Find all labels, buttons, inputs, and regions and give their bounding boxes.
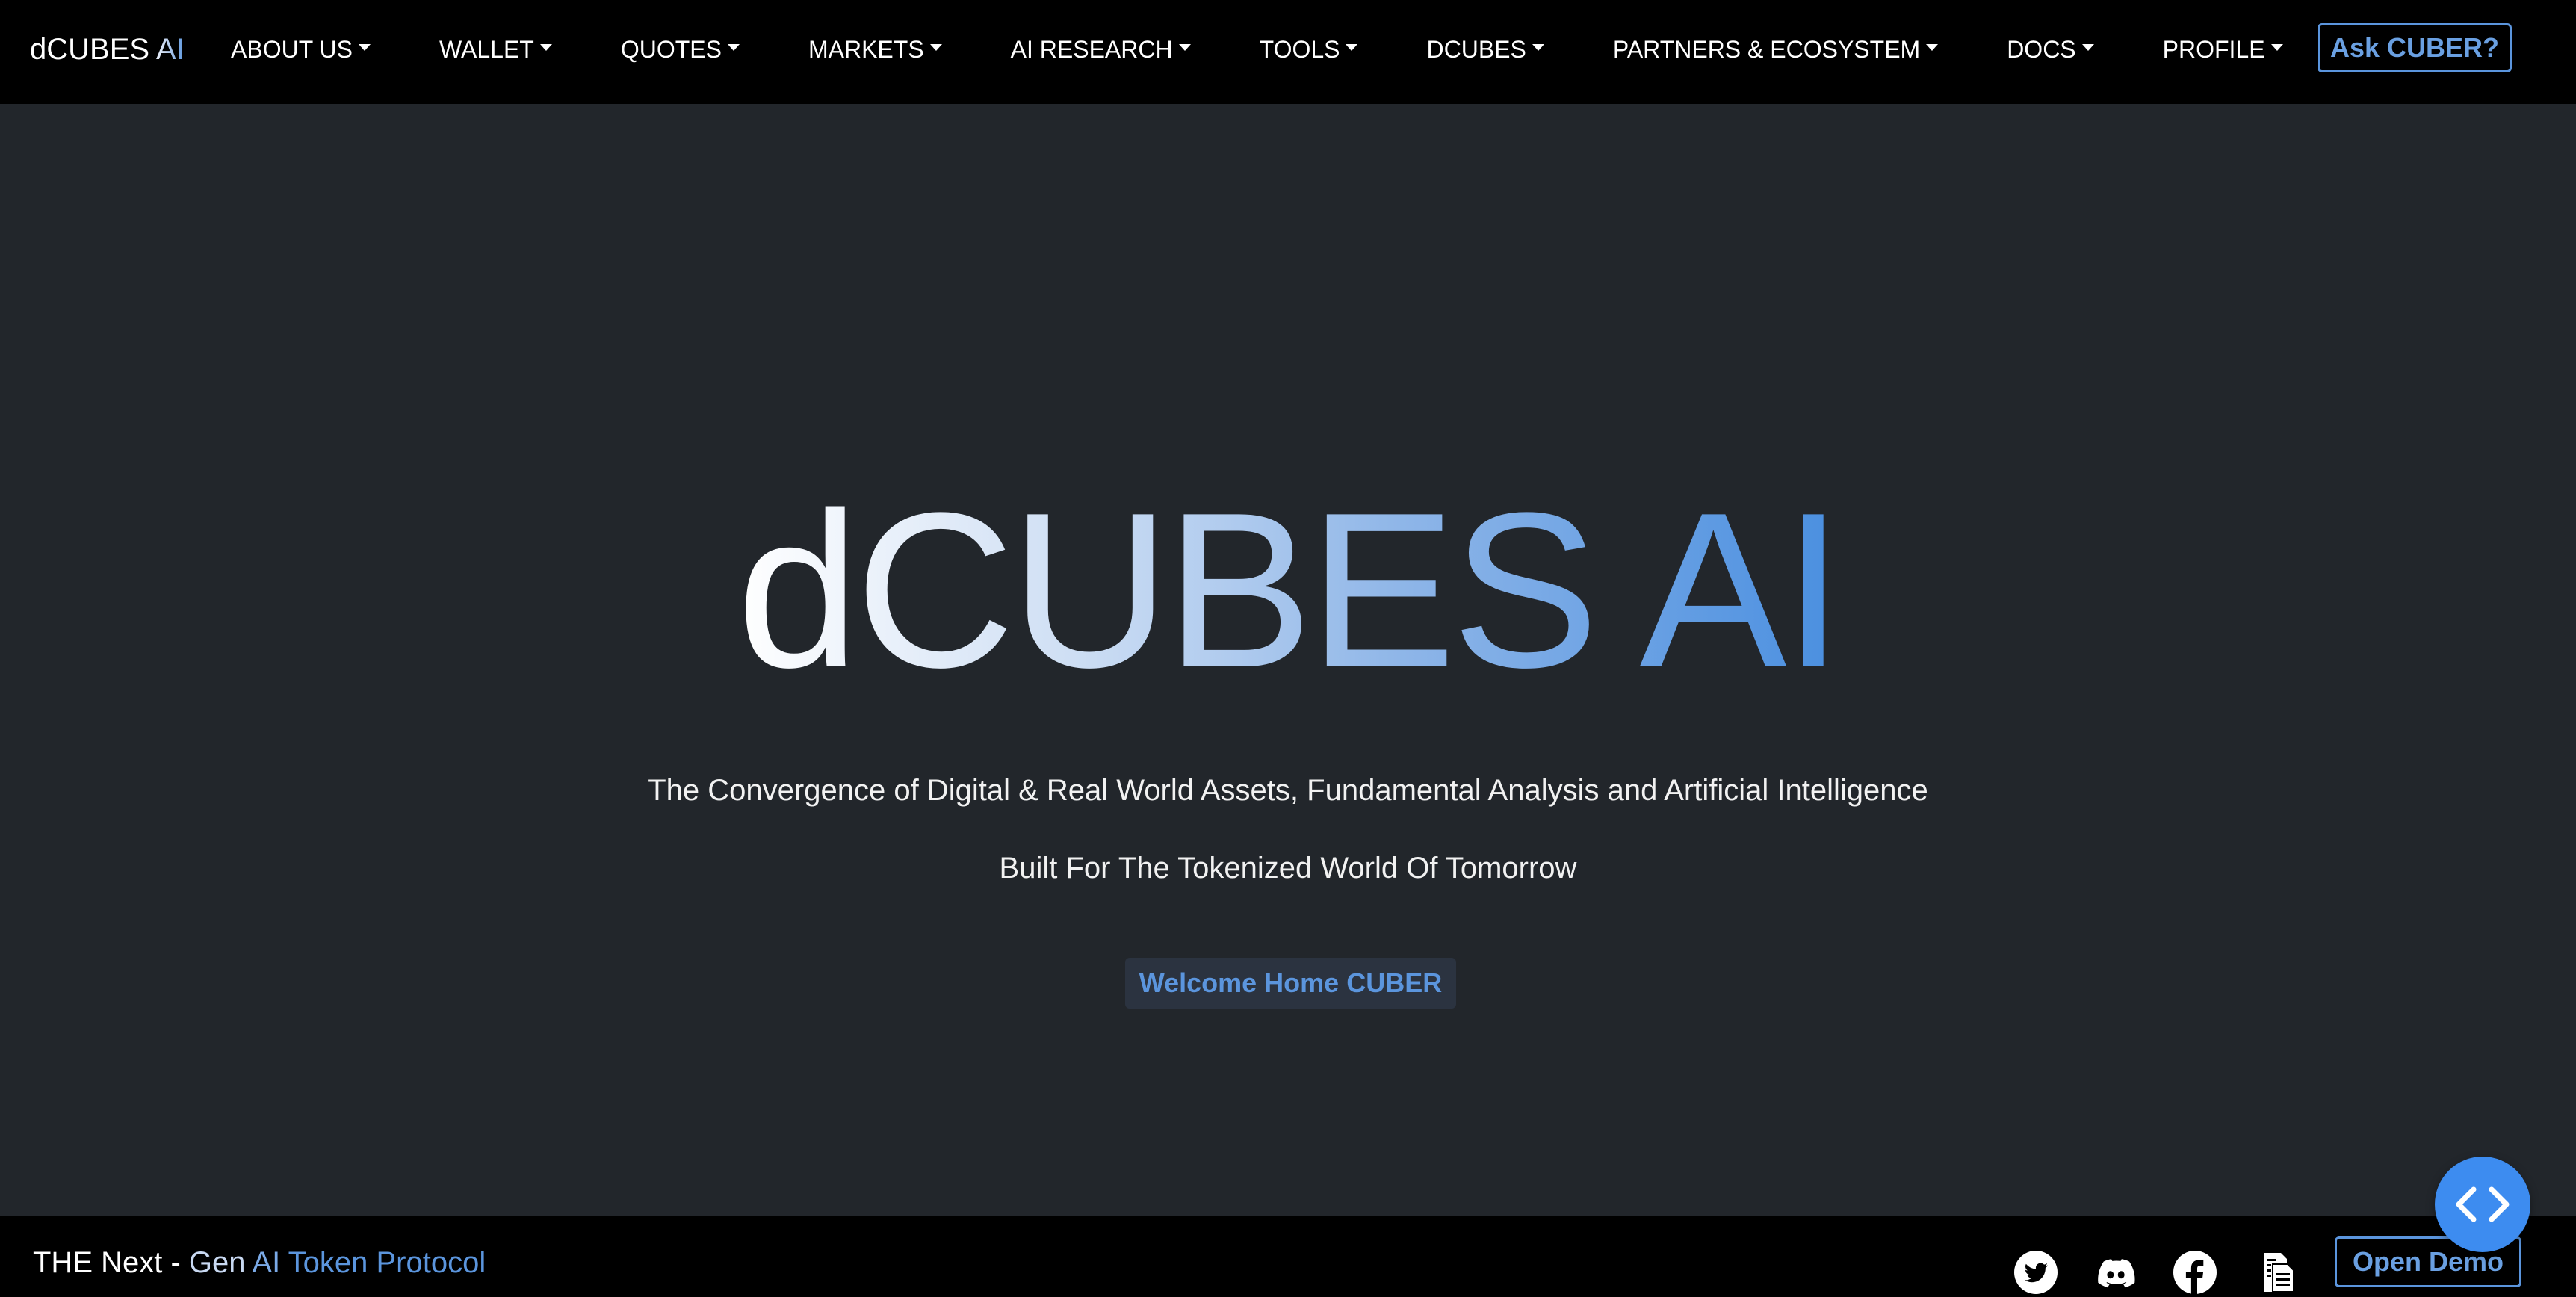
brand-suffix: AI xyxy=(149,33,185,66)
hero-tagline: The Convergence of Digital & Real World … xyxy=(648,774,1928,807)
nav-item-label: TOOLS xyxy=(1259,36,1340,63)
nav-item-dcubes[interactable]: DCUBES xyxy=(1426,28,1544,70)
nav-item-label: DOCS xyxy=(2007,36,2076,63)
caret-down-icon xyxy=(359,43,371,51)
nav-item-about-us[interactable]: ABOUT US xyxy=(231,28,371,70)
nav-item-label: QUOTES xyxy=(620,36,722,63)
caret-down-icon xyxy=(727,43,740,51)
caret-down-icon xyxy=(1178,43,1191,51)
nav-menu: ABOUT US WALLET QUOTES MARKETS AI RESEAR… xyxy=(231,28,2283,70)
nav-item-profile[interactable]: PROFILE xyxy=(2163,28,2283,70)
footer-text-part3: AI xyxy=(252,1246,288,1279)
footer-text-part4: Token Protocol xyxy=(288,1246,486,1279)
nav-item-wallet[interactable]: WALLET xyxy=(439,28,552,70)
nav-item-label: ABOUT US xyxy=(231,36,353,63)
caret-down-icon xyxy=(539,43,552,51)
nav-item-tools[interactable]: TOOLS xyxy=(1260,28,1358,70)
top-navbar: dCUBES AI ABOUT US WALLET QUOTES MARKETS… xyxy=(0,0,2576,104)
hero-subtagline: Built For The Tokenized World Of Tomorro… xyxy=(999,852,1577,885)
nav-item-label: WALLET xyxy=(439,36,534,63)
brand-logo[interactable]: dCUBES AI xyxy=(30,28,185,70)
nav-item-quotes[interactable]: QUOTES xyxy=(621,28,740,70)
caret-down-icon xyxy=(2270,43,2283,51)
footer-text-part2: Gen xyxy=(188,1246,253,1279)
nav-item-partners-ecosystem[interactable]: PARTNERS & ECOSYSTEM xyxy=(1612,28,1939,70)
nav-item-label: AI RESEARCH xyxy=(1010,36,1173,63)
nav-item-label: PROFILE xyxy=(2162,36,2265,63)
hero-title: dCUBES AI xyxy=(0,471,2576,710)
twitter-icon[interactable] xyxy=(2013,1250,2058,1295)
caret-down-icon xyxy=(1926,43,1939,51)
ask-cuber-button[interactable]: Ask CUBER? xyxy=(2318,23,2512,72)
nav-item-label: MARKETS xyxy=(808,36,924,63)
nav-item-ai-research[interactable]: AI RESEARCH xyxy=(1011,28,1191,70)
discord-icon[interactable] xyxy=(2093,1250,2138,1295)
document-icon[interactable] xyxy=(2253,1250,2297,1295)
facebook-icon[interactable] xyxy=(2173,1250,2217,1295)
nav-item-docs[interactable]: DOCS xyxy=(2007,28,2094,70)
floating-code-button[interactable] xyxy=(2435,1157,2530,1252)
nav-item-label: PARTNERS & ECOSYSTEM xyxy=(1612,36,1921,63)
footer-tagline: THE Next - Gen AI Token Protocol xyxy=(33,1242,486,1284)
code-brackets-icon xyxy=(2456,1186,2510,1222)
caret-down-icon xyxy=(1532,43,1544,51)
footer-text-part1: THE Next - xyxy=(33,1246,189,1279)
caret-down-icon xyxy=(2081,43,2094,51)
hero-title-text: dCUBES AI xyxy=(736,466,1844,713)
caret-down-icon xyxy=(929,43,942,51)
welcome-home-button[interactable]: Welcome Home CUBER xyxy=(1125,958,1456,1009)
nav-item-markets[interactable]: MARKETS xyxy=(808,28,942,70)
brand-prefix: dCUBES xyxy=(30,33,150,66)
nav-item-label: DCUBES xyxy=(1426,36,1526,63)
footer-bar: THE Next - Gen AI Token Protocol Open De… xyxy=(0,1216,2576,1297)
caret-down-icon xyxy=(1346,43,1358,51)
